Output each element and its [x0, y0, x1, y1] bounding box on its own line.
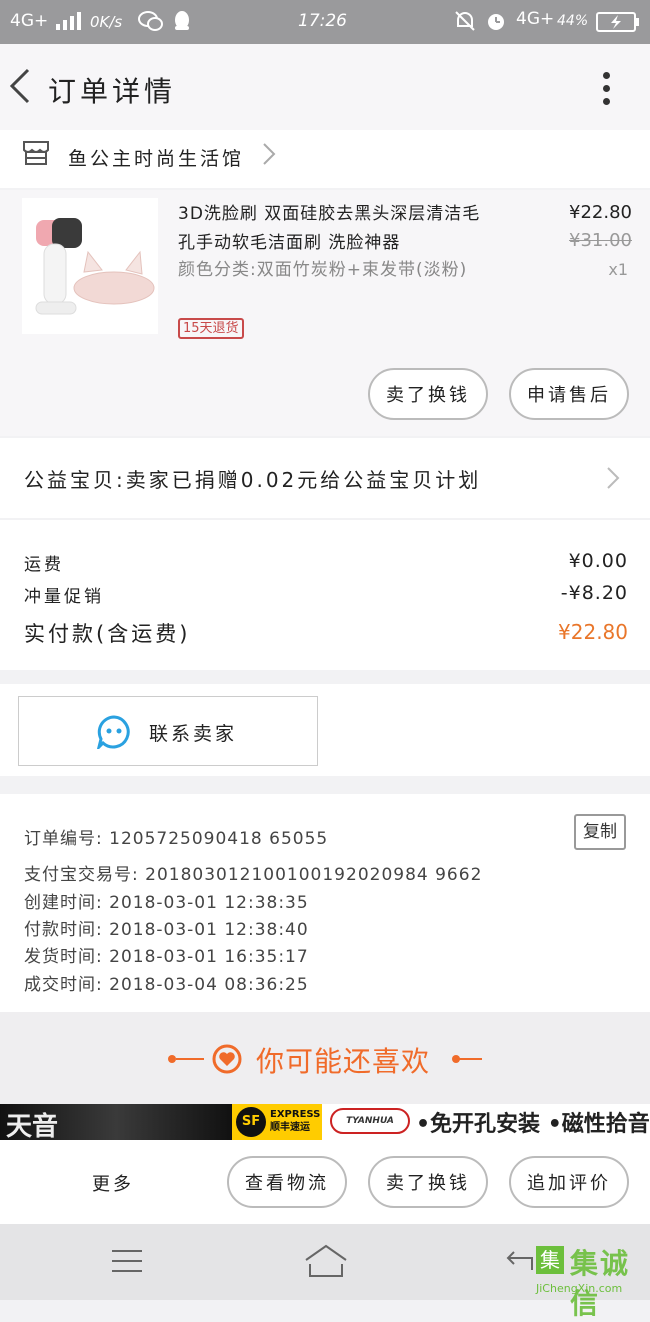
mute-bell-icon	[454, 10, 476, 37]
back-nav-icon[interactable]	[506, 1250, 536, 1272]
sf-express-logo: SF EXPRESS 顺丰速运	[232, 1104, 322, 1140]
banner-left-text: 天音	[6, 1112, 59, 1140]
product-item: 3D洗脸刷 双面硅胶去黑头深层清洁毛孔手动软毛洁面刷 洗脸神器 颜色分类:双面竹…	[0, 190, 650, 436]
contact-seller-button[interactable]: 联系卖家	[18, 696, 318, 766]
back-arrow-icon[interactable]	[6, 66, 36, 106]
order-info: 订单编号: 1205725090418 65055 复制 支付宝交易号: 201…	[0, 794, 650, 1012]
battery-icon	[596, 12, 640, 37]
recommend-header: 你可能还喜欢	[0, 1012, 650, 1104]
recommend-banner[interactable]: 天音 SF EXPRESS 顺丰速运 TYANHUA •免开孔安装 •磁性拾音	[0, 1104, 650, 1140]
promo-value: -¥8.20	[560, 582, 628, 604]
divider-dot	[168, 1055, 176, 1063]
created-time: 创建时间: 2018-03-01 12:38:35	[24, 893, 309, 913]
qq-icon	[172, 10, 192, 37]
alarm-icon	[485, 10, 507, 37]
paid-time: 付款时间: 2018-03-01 12:38:40	[24, 920, 309, 940]
watermark-box: 集	[536, 1246, 564, 1274]
resell-button[interactable]: 卖了换钱	[368, 368, 488, 420]
contact-seller-label: 联系卖家	[149, 723, 238, 745]
store-icon	[22, 140, 50, 166]
fee-summary: 运费 ¥0.00 冲量促销 -¥8.20 实付款(含运费) ¥22.80	[0, 520, 650, 670]
product-quantity: x1	[608, 260, 628, 279]
sf-logo-text: EXPRESS 顺丰速运	[270, 1109, 321, 1133]
total-paid-value: ¥22.80	[558, 620, 628, 644]
shop-row[interactable]: 鱼公主时尚生活馆	[0, 130, 650, 188]
page-title: 订单详情	[48, 75, 177, 108]
sf-logo-mark: SF	[236, 1107, 266, 1137]
system-nav-bar: 集 集诚信 JiChengXin.com	[0, 1224, 650, 1320]
product-title[interactable]: 3D洗脸刷 双面硅胶去黑头深层清洁毛孔手动软毛洁面刷 洗脸神器	[178, 200, 498, 258]
shipped-time: 发货时间: 2018-03-01 16:35:17	[24, 947, 309, 967]
home-icon[interactable]	[304, 1244, 348, 1278]
order-number: 订单编号: 1205725090418 65055	[24, 829, 329, 849]
shipping-fee-label: 运费	[24, 555, 64, 575]
network-speed: 0K/s	[90, 13, 123, 31]
chevron-right-icon	[262, 142, 276, 166]
bottom-action-bar: 更多 查看物流 卖了换钱 追加评价	[0, 1140, 650, 1224]
divider-dot	[452, 1055, 460, 1063]
chevron-right-icon	[606, 466, 620, 490]
more-button[interactable]: 更多	[92, 1170, 134, 1196]
divider-line	[176, 1058, 204, 1060]
network-indicator-right: 4G+	[516, 9, 555, 29]
recommend-title: 你可能还喜欢	[256, 1045, 431, 1078]
app-header: 订单详情	[0, 44, 650, 130]
charity-row[interactable]: 公益宝贝:卖家已捐赠0.02元给公益宝贝计划	[0, 438, 650, 518]
heart-icon	[212, 1044, 242, 1074]
network-indicator: 4G+	[10, 11, 49, 31]
shop-name: 鱼公主时尚生活馆	[68, 148, 245, 170]
status-bar: 4G+ 0K/s 17:26 4G+ 44%	[0, 0, 650, 44]
chat-bubble-icon	[96, 715, 131, 752]
watermark: 集 集诚信 JiChengXin.com	[534, 1242, 650, 1320]
banner-slogan: •免开孔安装 •磁性拾音	[416, 1112, 650, 1137]
more-options-icon[interactable]	[596, 68, 616, 108]
signal-icon	[56, 12, 82, 35]
copy-button[interactable]: 复制	[574, 814, 626, 850]
charity-text: 公益宝贝:卖家已捐赠0.02元给公益宝贝计划	[24, 468, 482, 492]
after-sale-button[interactable]: 申请售后	[509, 368, 629, 420]
total-paid-label: 实付款(含运费)	[24, 622, 191, 646]
watermark-url: JiChengXin.com	[536, 1282, 623, 1295]
shipping-fee-value: ¥0.00	[568, 550, 628, 572]
wechat-icon	[138, 10, 164, 37]
contact-area: 联系卖家	[0, 684, 650, 776]
return-policy-badge: 15天退货	[178, 318, 244, 339]
resell-button-bottom[interactable]: 卖了换钱	[368, 1156, 488, 1208]
view-logistics-button[interactable]: 查看物流	[227, 1156, 347, 1208]
brand-logo: TYANHUA	[330, 1108, 410, 1134]
add-review-button[interactable]: 追加评价	[509, 1156, 629, 1208]
completed-time: 成交时间: 2018-03-04 08:36:25	[24, 975, 309, 995]
alipay-number: 支付宝交易号: 201803012100100192020984 9662	[24, 865, 483, 885]
product-sku: 颜色分类:双面竹炭粉+束发带(淡粉)	[178, 260, 468, 280]
product-original-price: ¥31.00	[569, 230, 632, 251]
menu-icon[interactable]	[112, 1248, 142, 1274]
product-price: ¥22.80	[569, 202, 632, 223]
banner-dark-panel: 天音	[0, 1104, 232, 1140]
battery-percent: 44%	[557, 13, 589, 29]
clock-time: 17:26	[298, 11, 347, 31]
product-thumbnail[interactable]	[22, 198, 158, 334]
promo-label: 冲量促销	[24, 587, 104, 607]
